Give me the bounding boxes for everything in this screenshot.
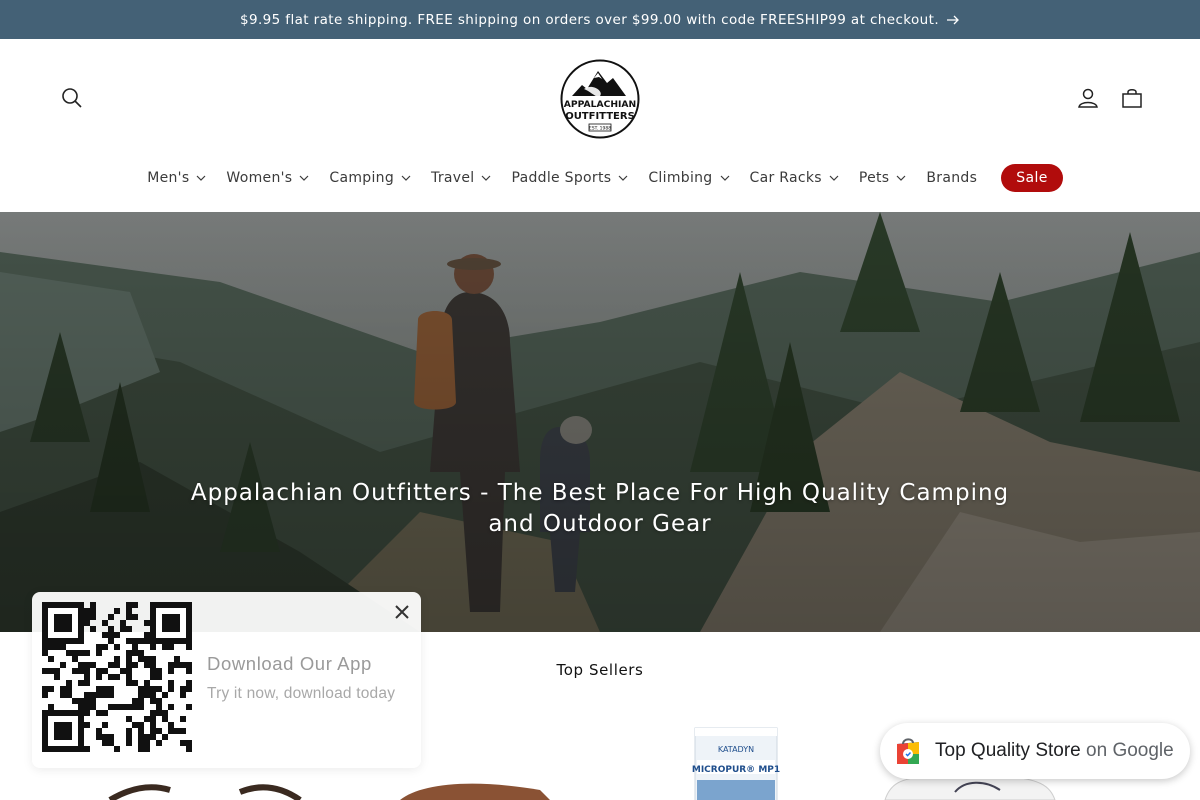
app-download-popup: Download Our App Try it now, download to… — [32, 592, 421, 768]
nav-item-label: Camping — [329, 170, 395, 186]
hero-image — [0, 212, 1200, 632]
nav-item-label: Men's — [147, 170, 190, 186]
chevron-down-icon — [299, 175, 309, 181]
search-icon[interactable] — [58, 84, 86, 112]
shopping-bag-icon — [897, 738, 919, 764]
main-navigation: Men's Women's Camping Travel Paddle Spor… — [0, 163, 1200, 193]
google-badge-suffix: on Google — [1086, 740, 1174, 761]
store-logo[interactable]: APPALACHIAN OUTFITTERS EST. 1988 — [560, 59, 640, 139]
nav-item-mens[interactable]: Men's — [137, 163, 216, 193]
nav-item-label: Travel — [431, 170, 475, 186]
cart-icon[interactable] — [1118, 84, 1146, 112]
nav-item-pets[interactable]: Pets — [849, 163, 917, 193]
product-card-3[interactable]: KATADYN MICROPUR® MP1 — [692, 727, 780, 800]
nav-item-car-racks[interactable]: Car Racks — [740, 163, 849, 193]
svg-text:APPALACHIAN: APPALACHIAN — [564, 99, 636, 110]
nav-item-travel[interactable]: Travel — [421, 163, 501, 193]
product-card-1[interactable] — [108, 784, 302, 800]
nav-item-paddle-sports[interactable]: Paddle Sports — [501, 163, 638, 193]
nav-item-womens[interactable]: Women's — [216, 163, 319, 193]
nav-item-label: Car Racks — [749, 170, 822, 186]
nav-item-label: Women's — [226, 170, 293, 186]
announcement-bar[interactable]: $9.95 flat rate shipping. FREE shipping … — [0, 0, 1200, 39]
google-badge-text: Top Quality Store on Google — [935, 740, 1174, 762]
product-card-2[interactable] — [400, 783, 550, 800]
nav-item-label: Paddle Sports — [511, 170, 612, 186]
nav-item-climbing[interactable]: Climbing — [638, 163, 739, 193]
svg-text:OUTFITTERS: OUTFITTERS — [565, 111, 635, 122]
site-header: APPALACHIAN OUTFITTERS EST. 1988 Men's W… — [0, 39, 1200, 212]
qr-code[interactable] — [42, 602, 192, 752]
product-card-4[interactable] — [884, 775, 1056, 800]
arrow-right-icon — [947, 15, 960, 25]
chevron-down-icon — [401, 175, 411, 181]
google-top-quality-store-badge[interactable]: Top Quality Store on Google — [880, 723, 1190, 779]
account-icon[interactable] — [1074, 84, 1102, 112]
app-popup-subtitle: Try it now, download today — [207, 685, 396, 702]
chevron-down-icon — [829, 175, 839, 181]
close-icon[interactable] — [392, 602, 412, 622]
chevron-down-icon — [618, 175, 628, 181]
google-badge-label: Top Quality Store — [935, 740, 1081, 761]
chevron-down-icon — [196, 175, 206, 181]
chevron-down-icon — [720, 175, 730, 181]
announcement-text: $9.95 flat rate shipping. FREE shipping … — [239, 11, 940, 28]
nav-item-brands[interactable]: Brands — [916, 163, 987, 193]
nav-item-camping[interactable]: Camping — [319, 163, 421, 193]
nav-item-label: Climbing — [648, 170, 713, 186]
nav-item-label: Brands — [926, 170, 978, 186]
product-line-text: MICROPUR® MP1 — [692, 765, 780, 775]
product-brand-text: KATADYN — [718, 745, 754, 754]
chevron-down-icon — [481, 175, 491, 181]
hero-title: Appalachian Outfitters - The Best Place … — [190, 480, 1010, 537]
app-popup-title: Download Our App — [207, 653, 372, 674]
chevron-down-icon — [896, 175, 906, 181]
nav-item-label: Pets — [858, 170, 890, 186]
nav-item-sale[interactable]: Sale — [1001, 164, 1063, 192]
svg-text:EST. 1988: EST. 1988 — [589, 126, 611, 132]
hero-banner[interactable]: Appalachian Outfitters - The Best Place … — [0, 212, 1200, 632]
